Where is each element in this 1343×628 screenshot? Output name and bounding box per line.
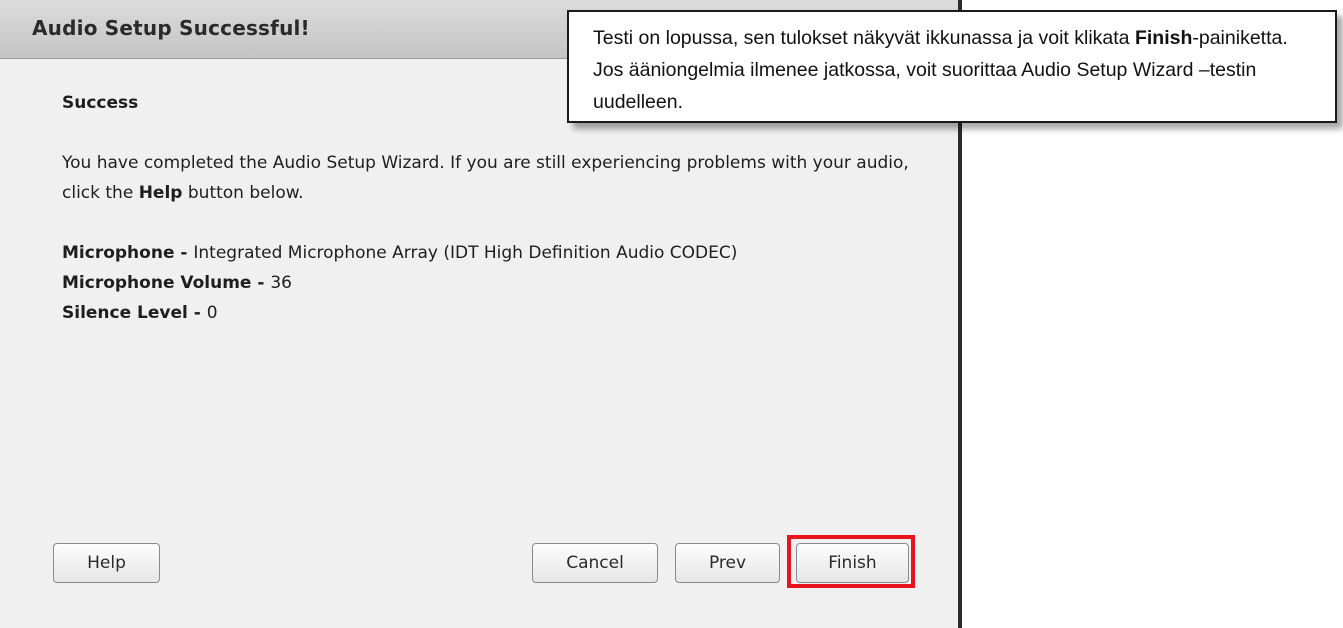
dialog-title: Audio Setup Successful!: [32, 16, 310, 40]
cancel-button[interactable]: Cancel: [532, 543, 658, 583]
help-button[interactable]: Help: [53, 543, 160, 583]
spec-value: 36: [270, 273, 292, 293]
spec-label: Microphone Volume -: [62, 273, 271, 293]
spec-silence-level: Silence Level - 0: [62, 298, 922, 328]
instruction-callout: Testi on lopussa, sen tulokset näkyvät i…: [567, 10, 1337, 123]
spec-microphone-volume: Microphone Volume - 36: [62, 268, 922, 298]
spec-value: Integrated Microphone Array (IDT High De…: [193, 243, 738, 263]
dialog-content: Success You have completed the Audio Set…: [62, 88, 922, 328]
message-text-part2: button below.: [182, 183, 304, 203]
screenshot-stage: Audio Setup Successful! Success You have…: [0, 0, 1343, 628]
spec-microphone: Microphone - Integrated Microphone Array…: [62, 238, 922, 268]
spec-label: Silence Level -: [62, 303, 207, 323]
spec-label: Microphone -: [62, 243, 194, 263]
prev-button[interactable]: Prev: [675, 543, 780, 583]
completion-message: You have completed the Audio Setup Wizar…: [62, 148, 922, 208]
message-help-bold: Help: [138, 183, 183, 203]
callout-text-part1: Testi on lopussa, sen tulokset näkyvät i…: [593, 27, 1135, 49]
spec-value: 0: [206, 303, 218, 323]
audio-specs: Microphone - Integrated Microphone Array…: [62, 238, 922, 328]
finish-button[interactable]: Finish: [796, 543, 909, 583]
callout-finish-bold: Finish: [1134, 27, 1193, 49]
